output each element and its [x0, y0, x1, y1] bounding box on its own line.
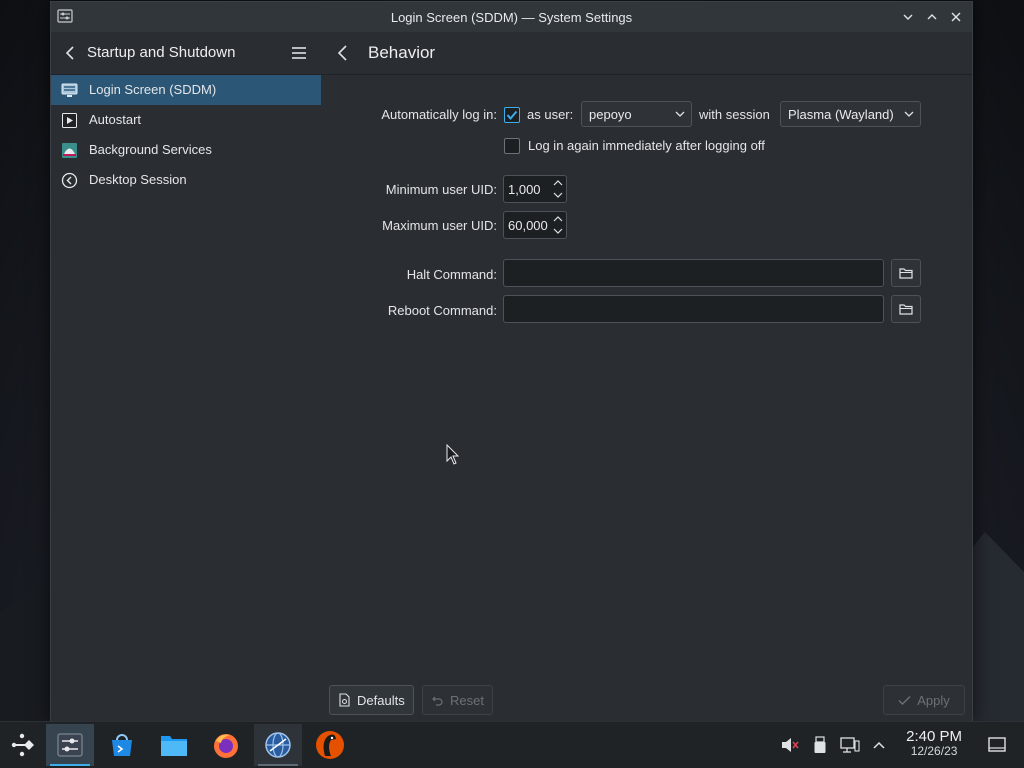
folder-icon — [899, 304, 913, 315]
as-user-label: as user: — [527, 107, 574, 122]
sidebar-item-label: Desktop Session — [89, 172, 187, 187]
session-select-value: Plasma (Wayland) — [788, 107, 894, 122]
sidebar-item-autostart[interactable]: Autostart — [51, 105, 321, 135]
desktop-session-icon — [61, 172, 78, 189]
reset-button[interactable]: Reset — [422, 685, 493, 715]
window-titlebar[interactable]: Login Screen (SDDM) — System Settings — [51, 2, 972, 33]
min-uid-spinbox[interactable]: 1,000 — [503, 175, 567, 203]
autologin-checkbox[interactable] — [504, 107, 520, 123]
halt-command-input[interactable] — [503, 259, 884, 287]
sidebar-back-button[interactable] — [61, 43, 81, 63]
autostart-icon — [61, 112, 78, 129]
relogin-checkbox[interactable] — [504, 138, 520, 154]
system-settings-window: Login Screen (SDDM) — System Settings St… — [50, 1, 973, 722]
reset-label: Reset — [450, 692, 484, 708]
login-screen-icon — [61, 82, 78, 99]
max-uid-value: 60,000 — [508, 218, 548, 233]
sidebar-item-background-services[interactable]: Background Services — [51, 135, 321, 165]
chevron-down-icon — [903, 14, 913, 20]
spin-arrows-icon[interactable] — [552, 178, 564, 200]
volume-muted-icon[interactable] — [779, 734, 801, 756]
show-desktop-button[interactable] — [986, 734, 1008, 756]
close-icon — [951, 12, 961, 22]
min-uid-value: 1,000 — [508, 182, 541, 197]
steamdeck-launcher-icon — [11, 733, 34, 757]
sidebar-item-label: Background Services — [89, 142, 212, 157]
taskbar-firefox[interactable] — [204, 724, 248, 766]
sidebar-item-login-screen[interactable]: Login Screen (SDDM) — [51, 75, 321, 105]
main-panel: Behavior Automatically log in: as user: … — [321, 32, 972, 721]
folder-icon — [161, 736, 187, 756]
reboot-browse-button[interactable] — [891, 295, 921, 323]
clock-time: 2:40 PM — [906, 728, 962, 745]
page-title: Behavior — [368, 43, 436, 62]
main-header: Behavior — [321, 32, 972, 75]
hamburger-menu-button[interactable] — [289, 43, 309, 63]
chevron-down-icon — [903, 108, 915, 123]
firefox-icon — [214, 734, 238, 758]
min-uid-label: Minimum user UID: — [385, 182, 497, 197]
max-uid-label: Maximum user UID: — [382, 218, 497, 233]
discover-store-icon — [112, 734, 132, 756]
taskbar-dolphin[interactable] — [152, 724, 196, 766]
session-select[interactable]: Plasma (Wayland) — [780, 101, 921, 127]
hamburger-icon — [292, 47, 306, 59]
minimize-button[interactable] — [898, 7, 918, 27]
maximize-button[interactable] — [922, 7, 942, 27]
reboot-command-input[interactable] — [503, 295, 884, 323]
taskbar-penguin-app[interactable] — [308, 724, 352, 766]
show-desktop-icon — [988, 737, 1006, 752]
document-defaults-icon — [339, 693, 350, 707]
taskbar: 2:40 PM 12/26/23 — [0, 721, 1024, 768]
defaults-label: Defaults — [357, 692, 405, 708]
sidebar-item-desktop-session[interactable]: Desktop Session — [51, 165, 321, 195]
max-uid-spinbox[interactable]: 60,000 — [503, 211, 567, 239]
user-select[interactable]: pepoyo — [581, 101, 692, 127]
network-icon[interactable] — [839, 734, 861, 756]
sidebar-item-label: Login Screen (SDDM) — [89, 82, 217, 97]
removable-device-icon[interactable] — [809, 734, 831, 756]
system-tray-expand-icon[interactable] — [868, 734, 890, 756]
apply-button[interactable]: Apply — [883, 685, 965, 715]
application-launcher-button[interactable] — [0, 724, 44, 766]
sidebar-item-label: Autostart — [89, 112, 142, 127]
user-select-value: pepoyo — [589, 107, 632, 122]
apply-label: Apply — [917, 692, 950, 708]
folder-icon — [899, 268, 913, 279]
with-session-label: with session — [699, 107, 770, 122]
window-title: Login Screen (SDDM) — System Settings — [390, 9, 633, 25]
taskbar-discover[interactable] — [100, 724, 144, 766]
background-services-icon — [61, 142, 78, 159]
spin-arrows-icon[interactable] — [552, 214, 564, 236]
system-settings-icon — [57, 733, 83, 757]
mouse-cursor-icon — [446, 444, 460, 465]
digital-clock[interactable]: 2:40 PM 12/26/23 — [906, 728, 962, 758]
halt-browse-button[interactable] — [891, 259, 921, 287]
autologin-label: Automatically log in: — [381, 107, 497, 122]
relogin-label: Log in again immediately after logging o… — [528, 138, 765, 153]
sidebar: Startup and Shutdown Login Screen (SDDM)… — [51, 32, 322, 721]
globe-icon — [265, 732, 291, 758]
penguin-app-icon — [316, 731, 344, 759]
close-button[interactable] — [946, 7, 966, 27]
main-back-button[interactable] — [333, 43, 353, 63]
clock-date: 12/26/23 — [910, 744, 958, 758]
sidebar-header: Startup and Shutdown — [51, 32, 321, 75]
chevron-left-icon — [65, 46, 74, 60]
halt-command-label: Halt Command: — [406, 267, 497, 282]
undo-icon — [432, 696, 443, 706]
taskbar-web-browser[interactable] — [254, 724, 302, 766]
chevron-down-icon — [674, 108, 686, 123]
taskbar-system-settings[interactable] — [46, 724, 94, 766]
chevron-up-icon — [927, 14, 937, 20]
checkmark-icon — [506, 110, 518, 121]
defaults-button[interactable]: Defaults — [329, 685, 414, 715]
sidebar-title: Startup and Shutdown — [87, 44, 236, 61]
chevron-left-icon — [337, 45, 347, 61]
reboot-command-label: Reboot Command: — [387, 303, 497, 318]
checkmark-icon — [898, 695, 911, 705]
